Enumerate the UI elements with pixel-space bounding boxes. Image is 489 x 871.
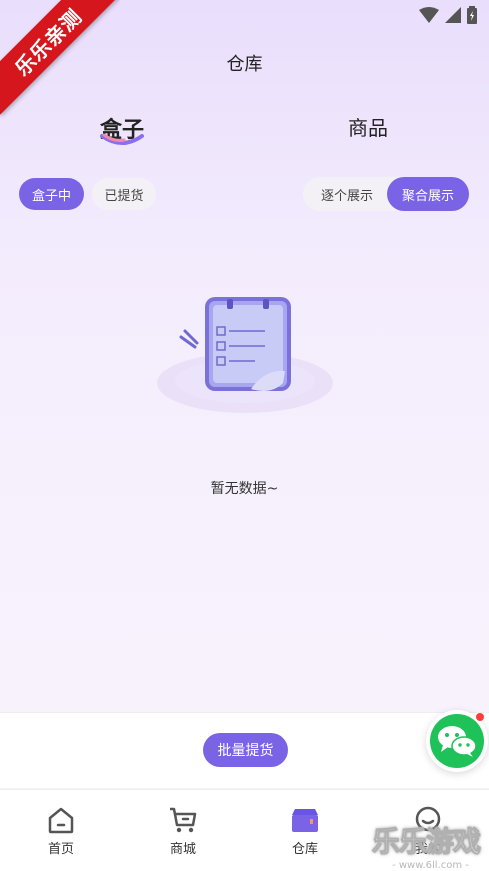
tab-goods[interactable]: 商品: [348, 112, 388, 141]
watermark-logo-text: 乐乐游戏: [372, 825, 482, 859]
nav-mall[interactable]: 商城: [143, 806, 223, 857]
warehouse-icon: [292, 809, 318, 832]
wechat-float-button[interactable]: [426, 710, 488, 772]
batch-pickup-button[interactable]: 批量提货: [203, 733, 288, 767]
empty-state-text: 暂无数据~: [210, 481, 279, 497]
filter-in-box[interactable]: 盒子中: [19, 178, 84, 210]
nav-home-label: 首页: [47, 842, 74, 857]
display-aggregate[interactable]: 聚合展示: [387, 177, 469, 211]
site-watermark: 乐乐游戏 - www.6ll.com -: [372, 820, 489, 871]
nav-home[interactable]: 首页: [21, 806, 101, 857]
signal-icon: [445, 7, 461, 23]
empty-notebook-icon: [157, 297, 333, 413]
nav-mall-label: 商城: [169, 842, 196, 857]
nav-warehouse[interactable]: 仓库: [265, 806, 345, 857]
home-icon: [48, 807, 74, 834]
nav-warehouse-label: 仓库: [291, 842, 318, 857]
filter-picked-up[interactable]: 已提货: [92, 178, 156, 210]
notification-badge: [476, 713, 484, 721]
page-title: 仓库: [226, 54, 263, 75]
cart-icon: [170, 807, 197, 833]
tab-active-indicator: [100, 133, 144, 145]
status-icons: [419, 6, 477, 24]
display-individual[interactable]: 逐个展示: [311, 178, 383, 210]
wifi-icon: [419, 7, 439, 23]
wechat-icon: [430, 714, 484, 768]
battery-icon: [467, 6, 477, 24]
watermark-url: - www.6ll.com -: [392, 860, 469, 871]
